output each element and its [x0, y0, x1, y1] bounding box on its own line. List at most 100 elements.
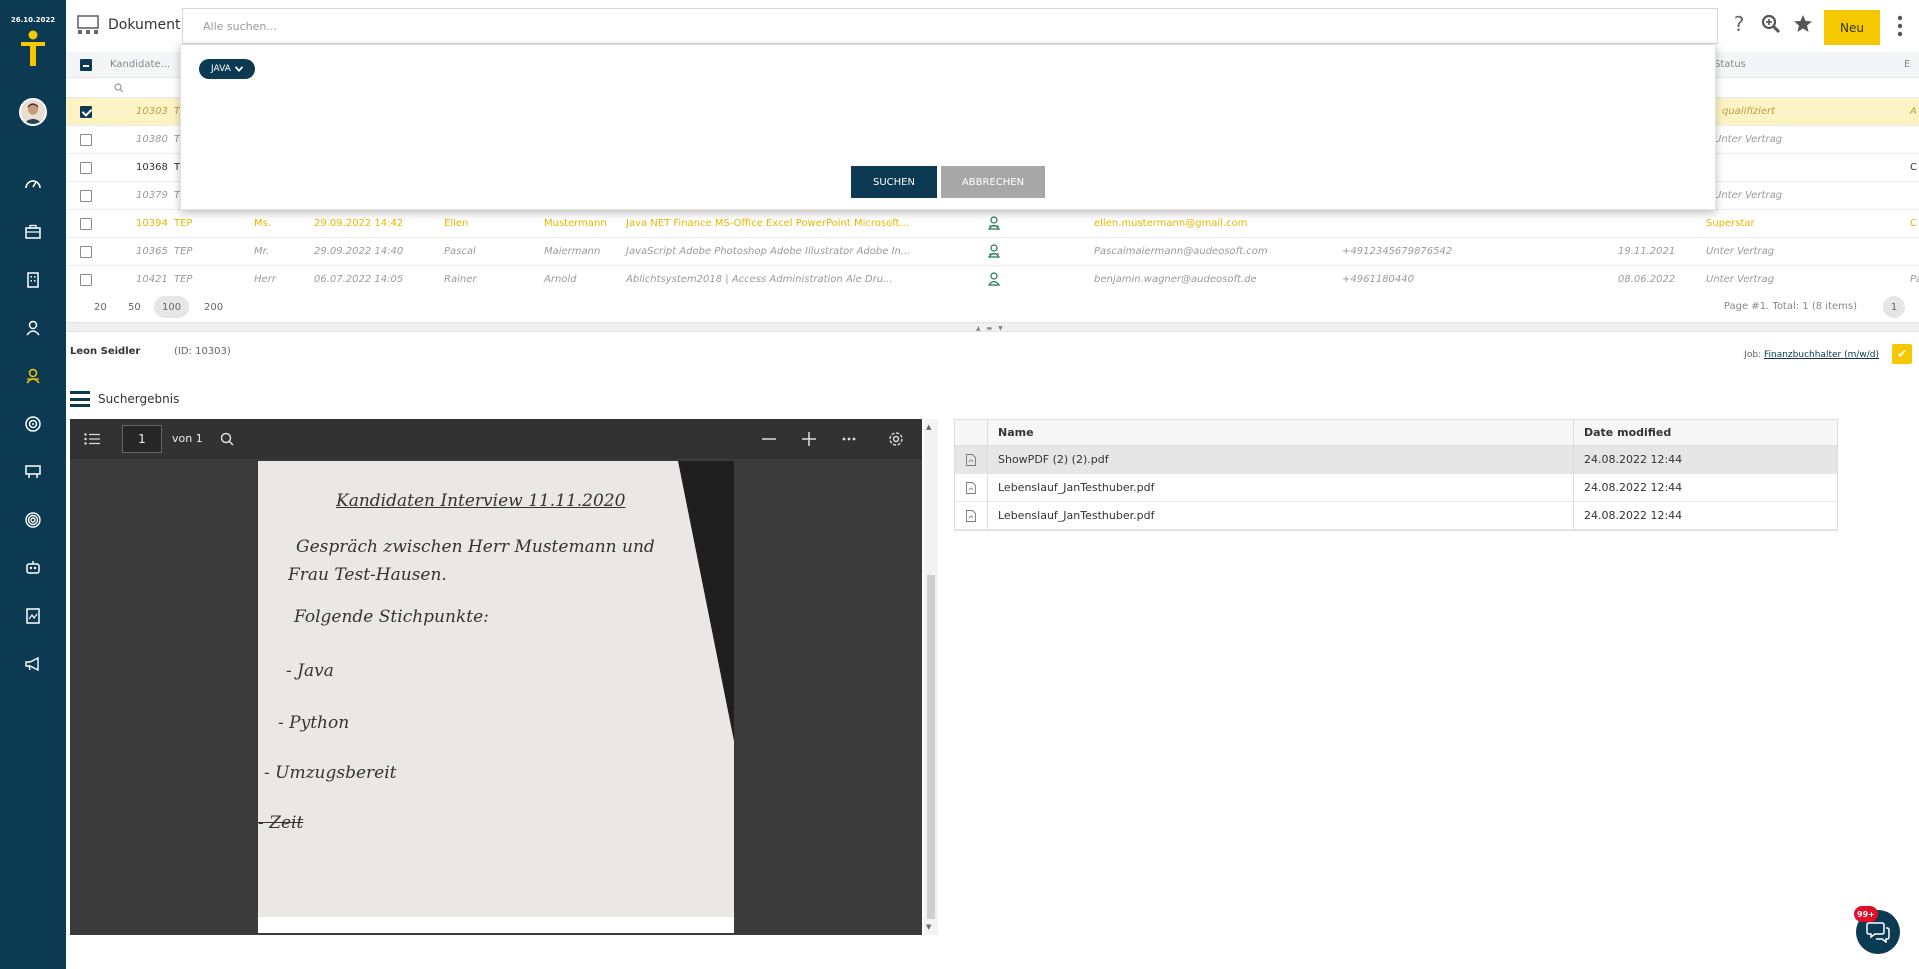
- col-name[interactable]: Name: [988, 420, 1574, 445]
- row-checkbox[interactable]: [80, 162, 92, 177]
- avatar[interactable]: [19, 98, 47, 126]
- page-size-50[interactable]: 50: [120, 296, 149, 318]
- candidate-icon[interactable]: [0, 352, 66, 400]
- job-link[interactable]: Finanzbuchhalter (m/w/d): [1764, 350, 1879, 360]
- file-date: 24.08.2022 12:44: [1584, 481, 1683, 494]
- file-name: Lebenslauf_JanTesthuber.pdf: [988, 474, 1574, 501]
- more-vertical-icon[interactable]: [1896, 14, 1904, 38]
- module-grid-icon[interactable]: [76, 14, 100, 36]
- file-row[interactable]: Lebenslauf_JanTesthuber.pdf 24.08.2022 1…: [955, 502, 1837, 530]
- scrollbar-thumb[interactable]: [927, 575, 935, 919]
- search-button[interactable]: SUCHEN: [851, 166, 937, 198]
- row-skills: Java NET Finance MS-Office Excel PowerPo…: [626, 218, 910, 229]
- cancel-button[interactable]: ABBRECHEN: [941, 166, 1045, 198]
- row-status: Superstar: [1706, 218, 1755, 229]
- row-email[interactable]: ellen.mustermann@gmail.com: [1094, 218, 1248, 229]
- pdf-page: Kandidaten Interview 11.11.2020 Gespräch…: [258, 461, 734, 933]
- col-e[interactable]: E: [1904, 59, 1910, 70]
- handwriting-line: - Zeit: [258, 813, 304, 833]
- pdf-toolbar: 1 von 1: [70, 419, 922, 459]
- row-checkbox[interactable]: [80, 274, 92, 288]
- dashboard-icon[interactable]: [0, 160, 66, 208]
- file-name: Lebenslauf_JanTesthuber.pdf: [988, 502, 1574, 529]
- file-row[interactable]: ShowPDF (2) (2).pdf 24.08.2022 12:44: [955, 446, 1837, 474]
- row-id: 10365: [136, 246, 168, 257]
- page-size-100[interactable]: 100: [154, 296, 190, 318]
- row-status: Unter Vertrag: [1706, 274, 1775, 285]
- table-row[interactable]: 10421 TEP Herr 06.07.2022 14:05 Rainer A…: [66, 266, 1919, 288]
- global-search-input[interactable]: Alle suchen...: [182, 8, 1718, 44]
- table-row[interactable]: 10394 TEP Ms. 29.09.2022 14:42 Ellen Mus…: [66, 210, 1919, 238]
- row-checkbox[interactable]: [80, 190, 92, 205]
- logo-icon[interactable]: [19, 30, 47, 66]
- page-title: Dokument: [108, 17, 181, 33]
- building-icon[interactable]: [0, 256, 66, 304]
- search-dropdown-panel: JAVA SUCHEN ABBRECHEN: [180, 44, 1716, 210]
- star-icon[interactable]: [1792, 12, 1814, 36]
- target-icon[interactable]: [0, 400, 66, 448]
- row-checkbox[interactable]: [80, 218, 92, 233]
- zoom-search-icon[interactable]: [1760, 12, 1782, 36]
- row-last: Pa: [1910, 274, 1919, 285]
- row-checkbox[interactable]: [80, 246, 92, 261]
- file-row[interactable]: Lebenslauf_JanTesthuber.pdf 24.08.2022 1…: [955, 474, 1837, 502]
- gear-icon[interactable]: [888, 429, 904, 449]
- row-checkbox[interactable]: [80, 134, 92, 149]
- candidate-name: Leon Seidler: [70, 346, 141, 357]
- handwriting-line: - Java: [286, 661, 334, 681]
- row-status: Unter Vertrag: [1714, 134, 1783, 145]
- person-icon[interactable]: [0, 304, 66, 352]
- pdf-page-input[interactable]: 1: [122, 425, 162, 453]
- help-icon[interactable]: ?: [1728, 12, 1750, 36]
- row-id: 10421: [136, 274, 168, 285]
- page-number-button[interactable]: 1: [1883, 296, 1905, 318]
- candidate-type-icon: [987, 244, 1001, 261]
- page-info: Page #1. Total: 1 (8 items): [1723, 301, 1857, 312]
- outline-icon[interactable]: [84, 429, 100, 449]
- chat-button[interactable]: 99+: [1854, 906, 1900, 954]
- pdf-scrollbar[interactable]: ▲ ▼: [924, 419, 938, 935]
- row-email[interactable]: benjamin.wagner@audeosoft.de: [1094, 274, 1257, 285]
- briefcase-icon[interactable]: [0, 208, 66, 256]
- row-id: 10303: [136, 106, 168, 117]
- page-size-20[interactable]: 20: [86, 296, 115, 318]
- pdf-search-icon[interactable]: [220, 429, 234, 449]
- select-all-checkbox[interactable]: [80, 59, 92, 74]
- new-button[interactable]: Neu: [1824, 10, 1880, 45]
- table-row[interactable]: 10365 TEP Mr. 29.09.2022 14:40 Pascal Ma…: [66, 238, 1919, 266]
- sidebar-nav: [0, 160, 66, 688]
- org-chart-icon[interactable]: [0, 448, 66, 496]
- chat-icon: [1866, 922, 1890, 943]
- handwriting-line: - Python: [278, 713, 350, 733]
- zoom-in-icon[interactable]: [802, 429, 816, 449]
- row-id: 10380: [136, 134, 168, 145]
- row-c1: TEP: [174, 274, 193, 285]
- col-status[interactable]: Status: [1714, 59, 1746, 70]
- zoom-out-icon[interactable]: [762, 429, 776, 449]
- handwriting-line: Frau Test-Hausen.: [288, 565, 447, 585]
- col-date-modified[interactable]: Date modified: [1574, 420, 1837, 445]
- row-skills: JavaScript Adobe Photoshop Adobe Illustr…: [626, 246, 911, 257]
- robot-icon[interactable]: [0, 544, 66, 592]
- row-status: qualifiziert: [1722, 106, 1776, 117]
- more-horizontal-icon[interactable]: [842, 429, 856, 449]
- row-checkbox[interactable]: [80, 106, 92, 121]
- check-icon[interactable]: ✔: [1892, 344, 1912, 364]
- job-label: Job:: [1744, 350, 1762, 360]
- chevron-down-icon: [234, 66, 243, 72]
- page-size-200[interactable]: 200: [196, 296, 231, 318]
- search-tag-chip[interactable]: JAVA: [199, 59, 255, 79]
- document-icon[interactable]: [0, 592, 66, 640]
- row-salutation: Herr: [254, 274, 276, 285]
- row-lastname: Mustermann: [544, 218, 607, 229]
- file-date: 24.08.2022 12:44: [1584, 453, 1683, 466]
- splitter-handle[interactable]: ▲ ▬ ▼: [66, 322, 1919, 332]
- radar-icon[interactable]: [0, 496, 66, 544]
- row-email[interactable]: Pascalmaiermann@audeosoft.com: [1094, 246, 1268, 257]
- menu-icon[interactable]: [70, 391, 90, 407]
- row-phone: +4961180440: [1342, 274, 1415, 285]
- col-candidate[interactable]: Kandidate...: [110, 59, 170, 70]
- filter-search-icon[interactable]: [114, 83, 124, 93]
- megaphone-icon[interactable]: [0, 640, 66, 688]
- row-first: Ellen: [444, 218, 469, 229]
